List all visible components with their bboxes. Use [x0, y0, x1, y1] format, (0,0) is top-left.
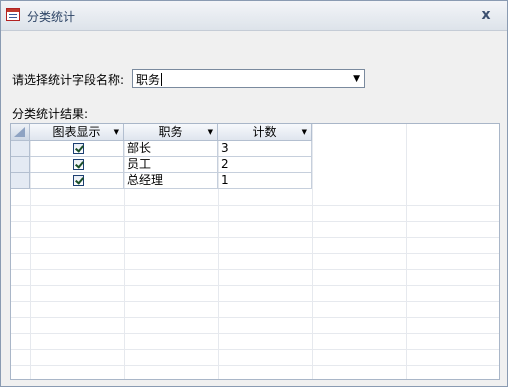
- position-cell[interactable]: 总经理: [124, 173, 218, 189]
- window-title: 分类统计: [27, 10, 76, 24]
- chevron-down-icon[interactable]: ▼: [114, 124, 119, 140]
- field-name-combobox[interactable]: 职务 ▼: [132, 69, 365, 88]
- column-header-position[interactable]: 职务 ▼: [124, 124, 218, 141]
- count-cell[interactable]: 3: [218, 141, 312, 157]
- row-selector[interactable]: [11, 173, 30, 189]
- close-icon[interactable]: x: [473, 5, 499, 25]
- chevron-down-icon[interactable]: ▼: [302, 124, 307, 140]
- row-selector[interactable]: [11, 141, 30, 157]
- title-bar[interactable]: 分类统计 x: [1, 1, 507, 31]
- chart-display-cell[interactable]: [30, 173, 124, 189]
- checkbox-checked[interactable]: [73, 159, 84, 170]
- position-cell[interactable]: 部长: [124, 141, 218, 157]
- form-icon: [6, 8, 20, 21]
- column-header-chart-display[interactable]: 图表显示 ▼: [30, 124, 124, 141]
- table-row: 部长 3: [11, 141, 312, 157]
- chart-display-cell[interactable]: [30, 141, 124, 157]
- count-cell[interactable]: 2: [218, 157, 312, 173]
- dialog-window: 分类统计 x 请选择统计字段名称: 职务 ▼ 分类统计结果: 图表显示 ▼ 职务 ▼: [0, 0, 508, 387]
- checkbox-checked[interactable]: [73, 143, 84, 154]
- checkbox-checked[interactable]: [73, 175, 84, 186]
- select-all-button[interactable]: [11, 124, 30, 141]
- position-cell[interactable]: 员工: [124, 157, 218, 173]
- chart-display-cell[interactable]: [30, 157, 124, 173]
- chevron-down-icon[interactable]: ▼: [208, 124, 213, 140]
- table-row: 员工 2: [11, 157, 312, 173]
- row-selector[interactable]: [11, 157, 30, 173]
- result-label: 分类统计结果:: [12, 107, 89, 121]
- column-header-count[interactable]: 计数 ▼: [218, 124, 312, 141]
- table-row: 总经理 1: [11, 173, 312, 189]
- count-cell[interactable]: 1: [218, 173, 312, 189]
- chevron-down-icon[interactable]: ▼: [353, 74, 360, 84]
- results-datasheet[interactable]: 图表显示 ▼ 职务 ▼ 计数 ▼ 部长 3 员工 2 总经理 1: [10, 123, 500, 380]
- field-name-label: 请选择统计字段名称:: [12, 73, 125, 87]
- field-name-value: 职务: [136, 73, 163, 87]
